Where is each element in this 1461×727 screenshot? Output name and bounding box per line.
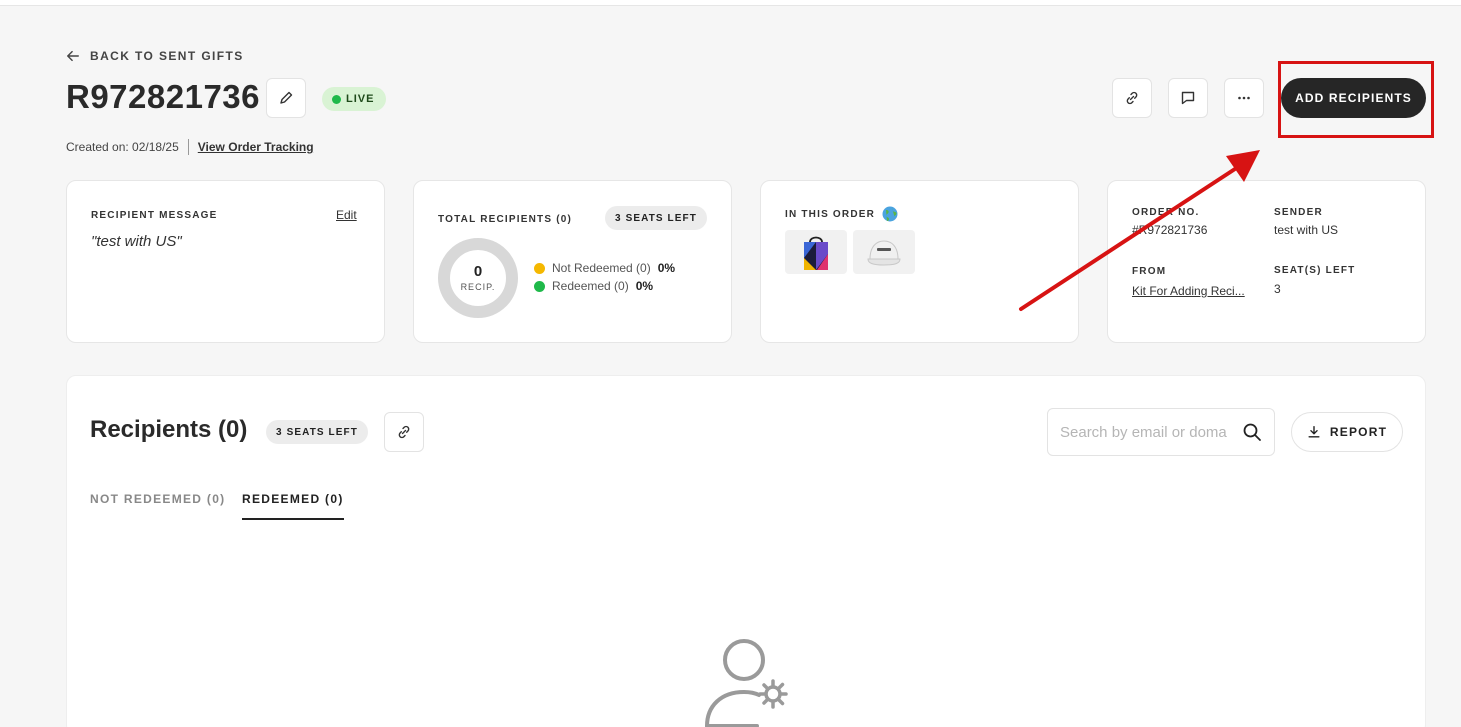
cap-icon bbox=[867, 240, 901, 266]
legend-label: Not Redeemed (0) bbox=[552, 261, 651, 275]
created-date: Created on: 02/18/25 bbox=[66, 140, 179, 154]
recipient-message-card: RECIPIENT MESSAGE Edit "test with US" bbox=[66, 180, 385, 343]
recipients-seats-left-badge: 3 SEATS LEFT bbox=[266, 420, 368, 444]
tote-bag-icon bbox=[804, 236, 828, 270]
legend-redeemed: Redeemed (0) 0% bbox=[534, 279, 653, 293]
donut-value: 0 bbox=[473, 263, 483, 280]
product-thumbnail-tote[interactable] bbox=[785, 230, 847, 274]
in-this-order-header: IN THIS ORDER bbox=[785, 206, 898, 222]
sender-label: SENDER bbox=[1274, 207, 1323, 218]
edit-message-link[interactable]: Edit bbox=[336, 208, 357, 222]
download-icon bbox=[1308, 426, 1320, 438]
back-to-sent-gifts-link[interactable]: BACK TO SENT GIFTS bbox=[66, 49, 244, 63]
seats-left-badge: 3 SEATS LEFT bbox=[605, 206, 707, 230]
top-bar bbox=[0, 0, 1461, 6]
seats-left-value: 3 bbox=[1274, 282, 1281, 296]
search-icon bbox=[1243, 423, 1261, 441]
legend-dot-not-redeemed bbox=[534, 262, 545, 274]
recipient-message-text: "test with US" bbox=[91, 233, 182, 250]
sender-value: test with US bbox=[1274, 223, 1339, 237]
live-dot bbox=[332, 94, 341, 104]
from-kit-link[interactable]: Kit For Adding Reci... bbox=[1132, 284, 1245, 298]
recipient-message-label: RECIPIENT MESSAGE bbox=[91, 210, 218, 221]
page-title: R972821736 bbox=[66, 78, 261, 115]
search-box[interactable] bbox=[1047, 408, 1275, 456]
total-recipients-label: TOTAL RECIPIENTS (0) bbox=[438, 214, 573, 225]
globe-icon bbox=[882, 206, 898, 222]
from-label: FROM bbox=[1132, 266, 1167, 277]
view-order-tracking-link[interactable]: View Order Tracking bbox=[198, 140, 314, 154]
more-horizontal-icon bbox=[1238, 96, 1250, 100]
legend-dot-redeemed bbox=[534, 280, 545, 292]
product-thumbnail-cap[interactable] bbox=[853, 230, 915, 274]
order-no-value: #R972821736 bbox=[1132, 223, 1208, 237]
link-icon bbox=[398, 425, 410, 439]
comment-icon bbox=[1181, 91, 1195, 105]
recipients-panel: Recipients (0) 3 SEATS LEFT REPORT NOT R… bbox=[66, 375, 1426, 727]
order-no-label: ORDER NO. bbox=[1132, 207, 1200, 218]
add-recipients-button[interactable]: ADD RECIPIENTS bbox=[1281, 78, 1426, 118]
link-icon bbox=[1126, 91, 1138, 105]
arrow-left-icon bbox=[67, 50, 79, 62]
copy-link-button[interactable] bbox=[1112, 78, 1152, 118]
legend-not-redeemed: Not Redeemed (0) 0% bbox=[534, 261, 675, 275]
created-row: Created on: 02/18/25 View Order Tracking bbox=[66, 139, 314, 155]
status-badge-label: LIVE bbox=[346, 93, 375, 105]
status-badge: LIVE bbox=[322, 87, 387, 111]
search-input[interactable] bbox=[1060, 423, 1242, 441]
comment-button[interactable] bbox=[1168, 78, 1208, 118]
pencil-icon bbox=[280, 91, 293, 104]
order-info-card: ORDER NO. #R972821736 SENDER test with U… bbox=[1107, 180, 1426, 343]
report-button[interactable]: REPORT bbox=[1291, 412, 1403, 452]
in-this-order-label: IN THIS ORDER bbox=[785, 208, 876, 220]
legend-percent: 0% bbox=[657, 261, 676, 275]
report-button-label: REPORT bbox=[1329, 425, 1388, 439]
back-link-label: BACK TO SENT GIFTS bbox=[90, 49, 244, 63]
divider bbox=[187, 139, 189, 155]
legend-label: Redeemed (0) bbox=[552, 279, 629, 293]
donut-unit: RECIP. bbox=[460, 282, 496, 292]
tab-redeemed[interactable]: REDEEMED (0) bbox=[242, 492, 344, 520]
recipients-copy-link-button[interactable] bbox=[384, 412, 424, 452]
recipients-title: Recipients (0) bbox=[90, 416, 248, 443]
in-this-order-card: IN THIS ORDER bbox=[760, 180, 1079, 343]
empty-state-user-settings-icon bbox=[705, 639, 788, 727]
tab-not-redeemed[interactable]: NOT REDEEMED (0) bbox=[90, 492, 225, 518]
seats-left-label: SEAT(S) LEFT bbox=[1274, 265, 1356, 276]
more-options-button[interactable] bbox=[1224, 78, 1264, 118]
total-recipients-card: TOTAL RECIPIENTS (0) 3 SEATS LEFT 0 RECI… bbox=[413, 180, 732, 343]
legend-percent: 0% bbox=[635, 279, 654, 293]
edit-title-button[interactable] bbox=[266, 78, 306, 118]
recipients-donut-chart: 0 RECIP. bbox=[438, 238, 518, 318]
